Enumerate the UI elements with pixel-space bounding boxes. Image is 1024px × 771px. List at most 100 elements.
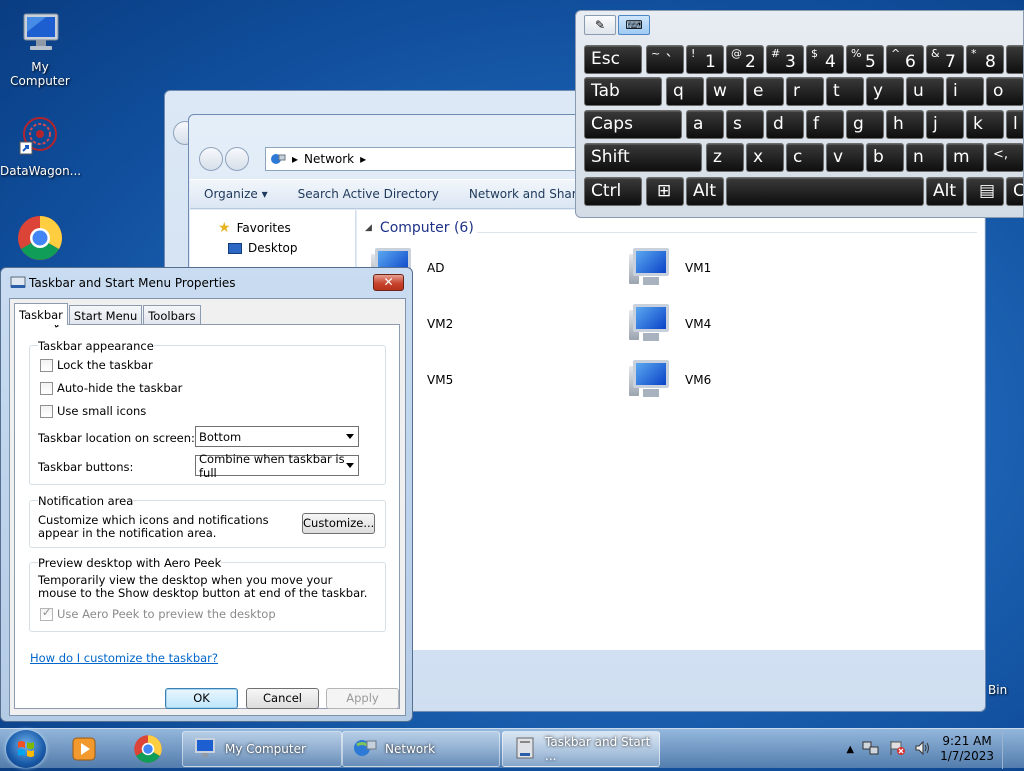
key-n[interactable]: n <box>906 143 944 172</box>
key-windows[interactable]: ⊞ <box>646 177 684 206</box>
key-partial-c[interactable]: C <box>1006 177 1023 206</box>
media-player-icon[interactable] <box>66 733 102 765</box>
address-segment[interactable]: Network <box>304 152 354 166</box>
key-r[interactable]: r <box>786 77 824 106</box>
taskbar-properties-icon <box>513 737 537 762</box>
key-q[interactable]: q <box>666 77 704 106</box>
key-h[interactable]: h <box>886 110 924 139</box>
key-e[interactable]: e <box>746 77 784 106</box>
key-z[interactable]: z <box>706 143 744 172</box>
lock-taskbar-checkbox[interactable] <box>40 358 53 372</box>
show-desktop-button[interactable] <box>1002 729 1014 769</box>
desktop-icon-datawagon[interactable]: DataWagon... <box>0 112 81 178</box>
keyboard-icon[interactable]: ⌨ <box>618 15 650 35</box>
back-button[interactable] <box>199 147 223 171</box>
key-partial[interactable] <box>1006 45 1023 74</box>
key-c[interactable]: c <box>786 143 824 172</box>
computer-item-vm1[interactable]: VM1 <box>629 248 711 288</box>
key-5[interactable]: % 5 <box>846 45 884 74</box>
organize-button[interactable]: Organize ▾ <box>204 187 268 201</box>
key-3[interactable]: #3 <box>766 45 804 74</box>
small-icons-row[interactable]: Use small icons <box>40 404 146 418</box>
key-k[interactable]: k <box>966 110 1004 139</box>
key-tab[interactable]: Tab <box>584 77 662 106</box>
key-a[interactable]: a <box>686 110 724 139</box>
tab-taskbar[interactable]: Taskbar <box>14 303 68 325</box>
nav-favorites[interactable]: ★ Favorites <box>218 220 291 236</box>
start-button[interactable] <box>6 730 46 768</box>
key-esc[interactable]: Esc <box>584 45 642 74</box>
buttons-dropdown[interactable]: Combine when taskbar is full <box>195 452 359 480</box>
key-d[interactable]: d <box>766 110 804 139</box>
key-j[interactable]: j <box>926 110 964 139</box>
taskbar-item-my-computer[interactable]: My Computer <box>182 731 342 767</box>
key-8[interactable]: * 8 <box>966 45 1004 74</box>
help-link[interactable]: How do I customize the taskbar? <box>30 651 218 665</box>
key-t[interactable]: t <box>826 77 864 106</box>
nav-desktop[interactable]: Desktop <box>228 241 298 255</box>
key-label: 4 <box>825 52 836 72</box>
computer-item-vm6[interactable]: VM6 <box>629 360 711 400</box>
chrome-icon[interactable] <box>130 733 166 765</box>
key-b[interactable]: b <box>866 143 904 172</box>
key-alt-right[interactable]: Alt <box>926 177 964 206</box>
handwriting-pen-icon[interactable]: ✎ <box>584 15 616 35</box>
group-header[interactable]: ◢ Computer (6) <box>365 220 474 236</box>
taskbar-item-network[interactable]: Network <box>342 731 500 767</box>
desktop-icon-label: My Computer <box>10 60 70 88</box>
key-i[interactable]: i <box>946 77 984 106</box>
lock-taskbar-row[interactable]: Lock the taskbar <box>40 358 153 372</box>
key-l[interactable]: l <box>1006 110 1023 139</box>
desktop-icon-my-computer[interactable]: My Computer <box>0 8 80 88</box>
network-status-icon[interactable] <box>862 740 880 759</box>
key-7[interactable]: & 7 <box>926 45 964 74</box>
key-caps[interactable]: Caps <box>584 110 682 139</box>
key-menu[interactable]: ▤ <box>966 177 1004 206</box>
key-space[interactable] <box>726 177 924 206</box>
recycle-bin-label[interactable]: Bin <box>988 683 1007 697</box>
autohide-row[interactable]: Auto-hide the taskbar <box>40 381 182 395</box>
forward-button[interactable] <box>225 147 249 171</box>
show-hidden-icons-icon[interactable]: ▲ <box>846 744 854 755</box>
key-label: z <box>713 147 722 167</box>
key-2[interactable]: @2 <box>726 45 764 74</box>
key-label: w <box>713 81 727 101</box>
action-center-flag-icon[interactable] <box>888 740 906 759</box>
key-u[interactable]: u <box>906 77 944 106</box>
key-m[interactable]: m <box>946 143 984 172</box>
key-label: Caps <box>591 114 633 134</box>
key-o[interactable]: o <box>986 77 1023 106</box>
key-ctrl[interactable]: Ctrl <box>584 177 642 206</box>
system-tray: ▲ 9:21 AM 1/7/2023 <box>846 729 1014 769</box>
key-shift[interactable]: Shift <box>584 143 702 172</box>
search-ad-button[interactable]: Search Active Directory <box>298 187 439 201</box>
key-g[interactable]: g <box>846 110 884 139</box>
desktop-icon-chrome[interactable] <box>0 214 80 266</box>
key-s[interactable]: s <box>726 110 764 139</box>
volume-icon[interactable] <box>914 740 932 759</box>
computer-item-vm4[interactable]: VM4 <box>629 304 711 344</box>
key-4[interactable]: $4 <box>806 45 844 74</box>
key-f[interactable]: f <box>806 110 844 139</box>
key-comma[interactable]: <, <box>986 143 1023 172</box>
small-icons-checkbox[interactable] <box>40 404 53 418</box>
location-dropdown[interactable]: Bottom <box>195 426 359 447</box>
taskbar-item-taskbar-properties[interactable]: Taskbar and Start ... <box>502 731 660 767</box>
close-button[interactable]: ✕ <box>373 274 404 291</box>
key-backtick[interactable]: ~ ` <box>646 45 684 74</box>
clock[interactable]: 9:21 AM 1/7/2023 <box>940 734 994 764</box>
key-y[interactable]: y <box>866 77 904 106</box>
key-6[interactable]: ^ 6 <box>886 45 924 74</box>
key-alt-left[interactable]: Alt <box>686 177 724 206</box>
autohide-checkbox[interactable] <box>40 381 53 395</box>
key-w[interactable]: w <box>706 77 744 106</box>
key-sub: $ <box>811 47 818 60</box>
key-v[interactable]: v <box>826 143 864 172</box>
tab-start-menu[interactable]: Start Menu <box>68 305 143 324</box>
ok-button[interactable]: OK <box>165 688 238 709</box>
key-1[interactable]: ! 1 <box>686 45 724 74</box>
key-x[interactable]: x <box>746 143 784 172</box>
cancel-button[interactable]: Cancel <box>246 688 319 709</box>
customize-button[interactable]: Customize... <box>302 513 375 534</box>
tab-toolbars[interactable]: Toolbars <box>143 305 201 324</box>
